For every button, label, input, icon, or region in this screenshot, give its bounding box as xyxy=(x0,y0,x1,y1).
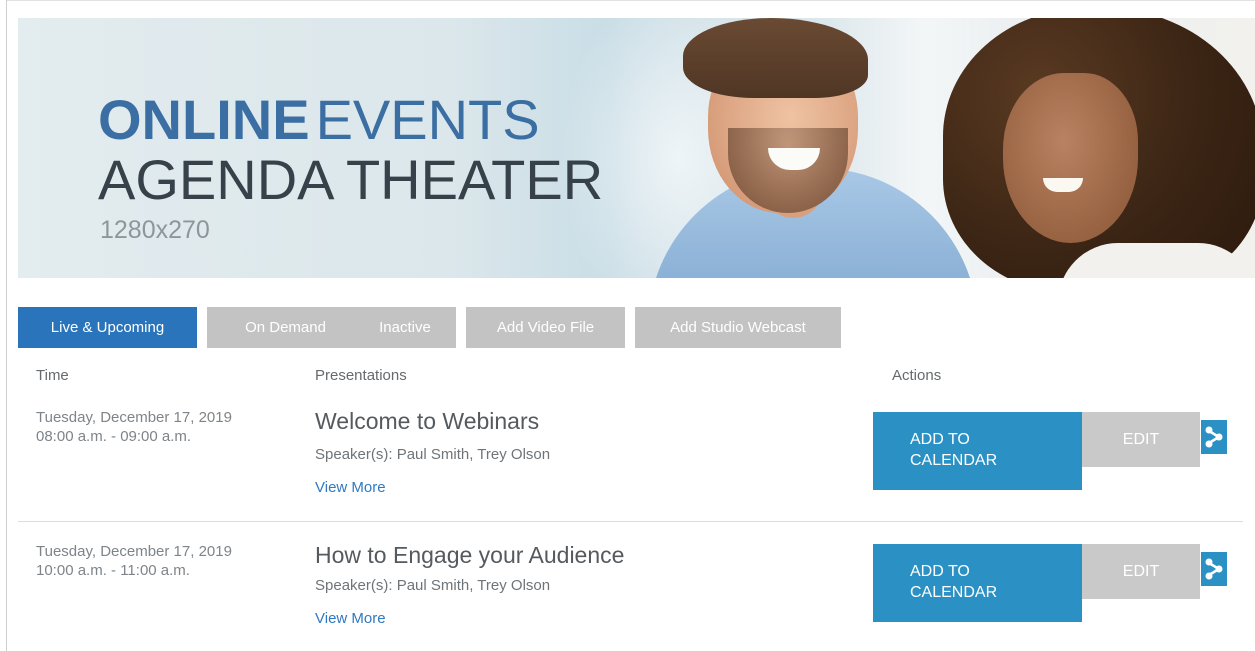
event-title: How to Engage your Audience xyxy=(315,542,625,568)
tab-inactive[interactable]: Inactive xyxy=(354,307,456,348)
column-header-time: Time xyxy=(36,367,69,384)
tab-add-video-file[interactable]: Add Video File xyxy=(466,307,625,348)
column-header-presentations: Presentations xyxy=(315,367,407,384)
row-divider xyxy=(18,521,1243,522)
view-more-link[interactable]: View More xyxy=(315,610,386,627)
tab-live-upcoming[interactable]: Live & Upcoming xyxy=(18,307,197,348)
frame-left-border xyxy=(6,0,7,651)
banner-photo-woman-face xyxy=(1003,73,1138,243)
edit-button[interactable]: EDIT xyxy=(1082,412,1200,467)
banner-photo-man-hair xyxy=(683,18,868,98)
view-more-link[interactable]: View More xyxy=(315,479,386,496)
event-time: 08:00 a.m. - 09:00 a.m. xyxy=(36,428,192,445)
edit-button[interactable]: EDIT xyxy=(1082,544,1200,599)
event-row: Tuesday, December 17, 2019 08:00 a.m. - … xyxy=(18,405,1243,505)
add-to-calendar-label: ADD TO CALENDAR xyxy=(910,561,1070,603)
banner-title-bold: ONLINE xyxy=(98,88,310,151)
add-to-calendar-label-line2: CALENDAR xyxy=(910,452,998,469)
event-date: Tuesday, December 17, 2019 xyxy=(36,409,232,426)
share-icon-glyph xyxy=(1205,426,1223,448)
tab-add-studio-webcast[interactable]: Add Studio Webcast xyxy=(635,307,841,348)
event-row: Tuesday, December 17, 2019 10:00 a.m. - … xyxy=(18,537,1243,637)
event-speakers: Speaker(s): Paul Smith, Trey Olson xyxy=(315,446,551,463)
add-to-calendar-button[interactable]: ADD TO CALENDAR xyxy=(873,412,1082,490)
event-date: Tuesday, December 17, 2019 xyxy=(36,543,232,560)
event-time: 10:00 a.m. - 11:00 a.m. xyxy=(36,562,190,579)
banner-size-note: 1280x270 xyxy=(100,216,210,244)
banner-title-line1: ONLINE EVENTS xyxy=(98,92,540,148)
event-title: Welcome to Webinars xyxy=(315,408,540,434)
add-to-calendar-label-line2: CALENDAR xyxy=(910,584,998,601)
share-icon-glyph xyxy=(1205,558,1223,580)
tab-on-demand[interactable]: On Demand xyxy=(207,307,364,348)
add-to-calendar-label-line1: ADD TO xyxy=(910,431,970,448)
event-speakers: Speaker(s): Paul Smith, Trey Olson xyxy=(315,577,551,594)
banner-title-light: EVENTS xyxy=(315,88,540,151)
banner-subtitle: AGENDA THEATER xyxy=(98,148,604,211)
column-header-actions: Actions xyxy=(892,367,942,384)
add-to-calendar-label: ADD TO CALENDAR xyxy=(910,429,1070,471)
share-icon[interactable] xyxy=(1201,420,1227,454)
hero-banner: ONLINE EVENTS AGENDA THEATER 1280x270 xyxy=(18,18,1255,278)
frame-top-border xyxy=(6,0,1255,1)
add-to-calendar-label-line1: ADD TO xyxy=(910,563,970,580)
add-to-calendar-button[interactable]: ADD TO CALENDAR xyxy=(873,544,1082,622)
share-icon[interactable] xyxy=(1201,552,1227,586)
